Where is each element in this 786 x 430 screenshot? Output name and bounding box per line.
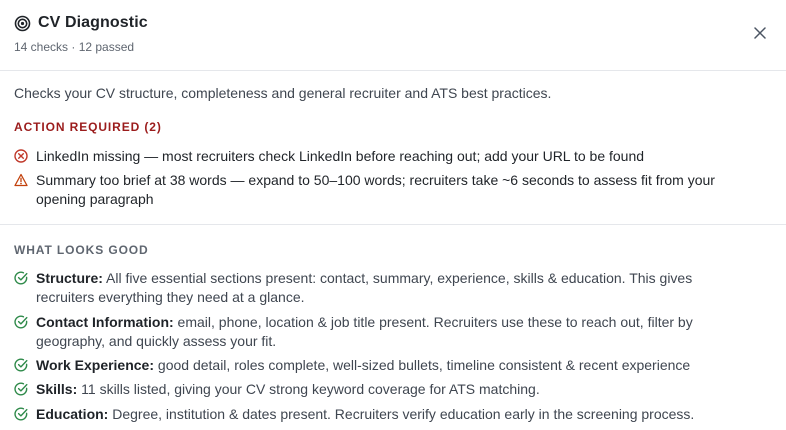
panel-header: CV Diagnostic 14 checks · 12 passed [0,0,786,71]
check-circle-icon [14,271,28,285]
good-item-detail: Degree, institution & dates present. Rec… [108,406,695,422]
action-item-summary: Summary too brief at 38 words — expand t… [14,171,744,209]
action-item-linkedin: LinkedIn missing — most recruiters check… [14,147,744,166]
action-item-text: LinkedIn missing — most recruiters check… [36,148,645,164]
good-item-text: Contact Information: email, phone, locat… [36,313,744,351]
warning-triangle-icon [14,173,28,187]
good-item-label: Skills: [36,381,78,397]
check-circle-icon [14,315,28,329]
target-icon [14,15,31,32]
check-circle-icon [14,407,28,421]
good-item-label: Education: [36,406,109,422]
good-item-education: Education: Degree, institution & dates p… [14,405,744,424]
good-item-label: Structure: [36,270,103,286]
check-circle-icon [14,358,28,372]
good-item-contact-information: Contact Information: email, phone, locat… [14,313,744,351]
action-required-heading: ACTION REQUIRED (2) [14,120,162,134]
title-row: CV Diagnostic [14,14,148,32]
action-item-text: Summary too brief at 38 words — expand t… [36,172,715,207]
panel-description: Checks your CV structure, completeness a… [14,85,552,101]
looks-good-heading: WHAT LOOKS GOOD [14,243,149,257]
good-item-label: Contact Information: [36,314,174,330]
good-item-text: Work Experience: good detail, roles comp… [36,356,744,375]
check-circle-icon [14,382,28,396]
cv-diagnostic-panel: CV Diagnostic 14 checks · 12 passed Chec… [0,0,786,430]
good-item-detail: good detail, roles complete, well-sized … [154,357,691,373]
close-button[interactable] [752,25,768,41]
good-item-text: Structure: All five essential sections p… [36,269,744,307]
good-item-detail: 11 skills listed, giving your CV strong … [77,381,540,397]
error-circle-icon [14,149,28,163]
good-item-label: Work Experience: [36,357,155,373]
good-item-work-experience: Work Experience: good detail, roles comp… [14,356,744,375]
good-item-skills: Skills: 11 skills listed, giving your CV… [14,380,744,399]
good-item-text: Education: Degree, institution & dates p… [36,405,744,424]
panel-title: CV Diagnostic [38,14,148,31]
checks-summary: 14 checks · 12 passed [14,40,135,54]
good-item-text: Skills: 11 skills listed, giving your CV… [36,380,744,399]
good-item-structure: Structure: All five essential sections p… [14,269,744,307]
section-divider [0,224,786,225]
good-item-detail: All five essential sections present: con… [36,270,693,305]
close-icon[interactable] [754,27,766,39]
